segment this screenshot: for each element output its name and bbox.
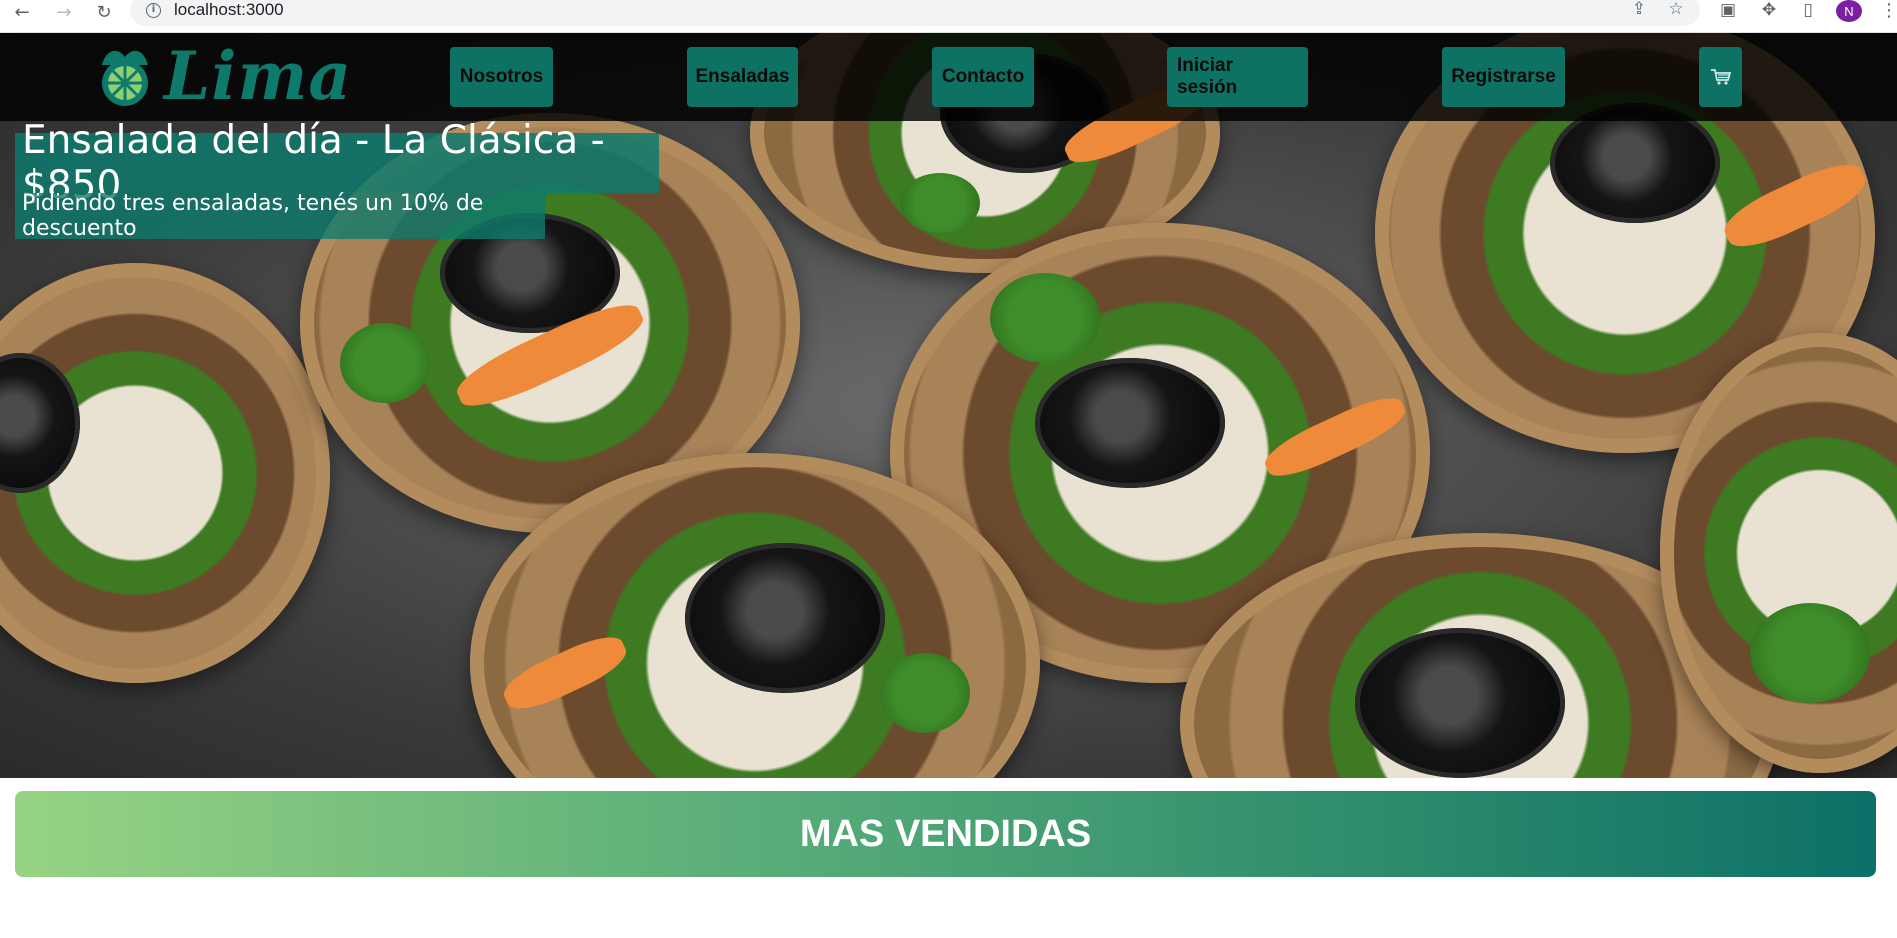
forward-icon[interactable]: → xyxy=(52,0,76,24)
nav-nosotros[interactable]: Nosotros xyxy=(450,47,553,107)
reload-icon[interactable]: ↻ xyxy=(92,0,116,24)
logo[interactable]: Lima xyxy=(92,41,352,111)
site-info-icon[interactable]: i xyxy=(146,3,161,18)
section-header-mas-vendidas: MAS VENDIDAS xyxy=(15,791,1876,877)
nav-contacto[interactable]: Contacto xyxy=(932,47,1034,107)
nav-ensaladas[interactable]: Ensaladas xyxy=(687,47,798,107)
menu-icon[interactable]: ⋮ xyxy=(1880,0,1897,21)
profile-avatar[interactable]: N xyxy=(1836,0,1862,22)
nav-iniciar-sesion[interactable]: Iniciar sesión xyxy=(1167,47,1308,107)
logo-text: Lima xyxy=(164,37,353,115)
nav-registrarse[interactable]: Registrarse xyxy=(1442,47,1565,107)
bookmark-star-icon[interactable]: ☆ xyxy=(1665,0,1687,21)
back-icon[interactable]: ← xyxy=(10,0,34,24)
address-bar[interactable]: i localhost:3000 ⇪ ☆ xyxy=(130,0,1700,26)
promo-title: Ensalada del día - La Clásica - $850 xyxy=(15,118,659,208)
side-panel-icon[interactable]: ▯ xyxy=(1796,0,1820,24)
url-text: localhost:3000 xyxy=(174,0,284,19)
cart-button[interactable] xyxy=(1699,47,1742,107)
promo-subtitle: Pidiendo tres ensaladas, tenés un 10% de… xyxy=(15,191,545,241)
extension-icon[interactable]: ▣ xyxy=(1716,0,1740,24)
lime-logo-icon xyxy=(92,43,158,109)
puzzle-icon[interactable]: ✥ xyxy=(1757,0,1781,24)
site-navbar: Lima Nosotros Ensaladas Contacto Iniciar… xyxy=(0,33,1897,121)
cart-icon xyxy=(1710,69,1731,85)
share-icon[interactable]: ⇪ xyxy=(1628,0,1650,21)
browser-toolbar: ← → ↻ i localhost:3000 ⇪ ☆ ▣ ✥ ▯ N ⋮ xyxy=(0,0,1897,33)
